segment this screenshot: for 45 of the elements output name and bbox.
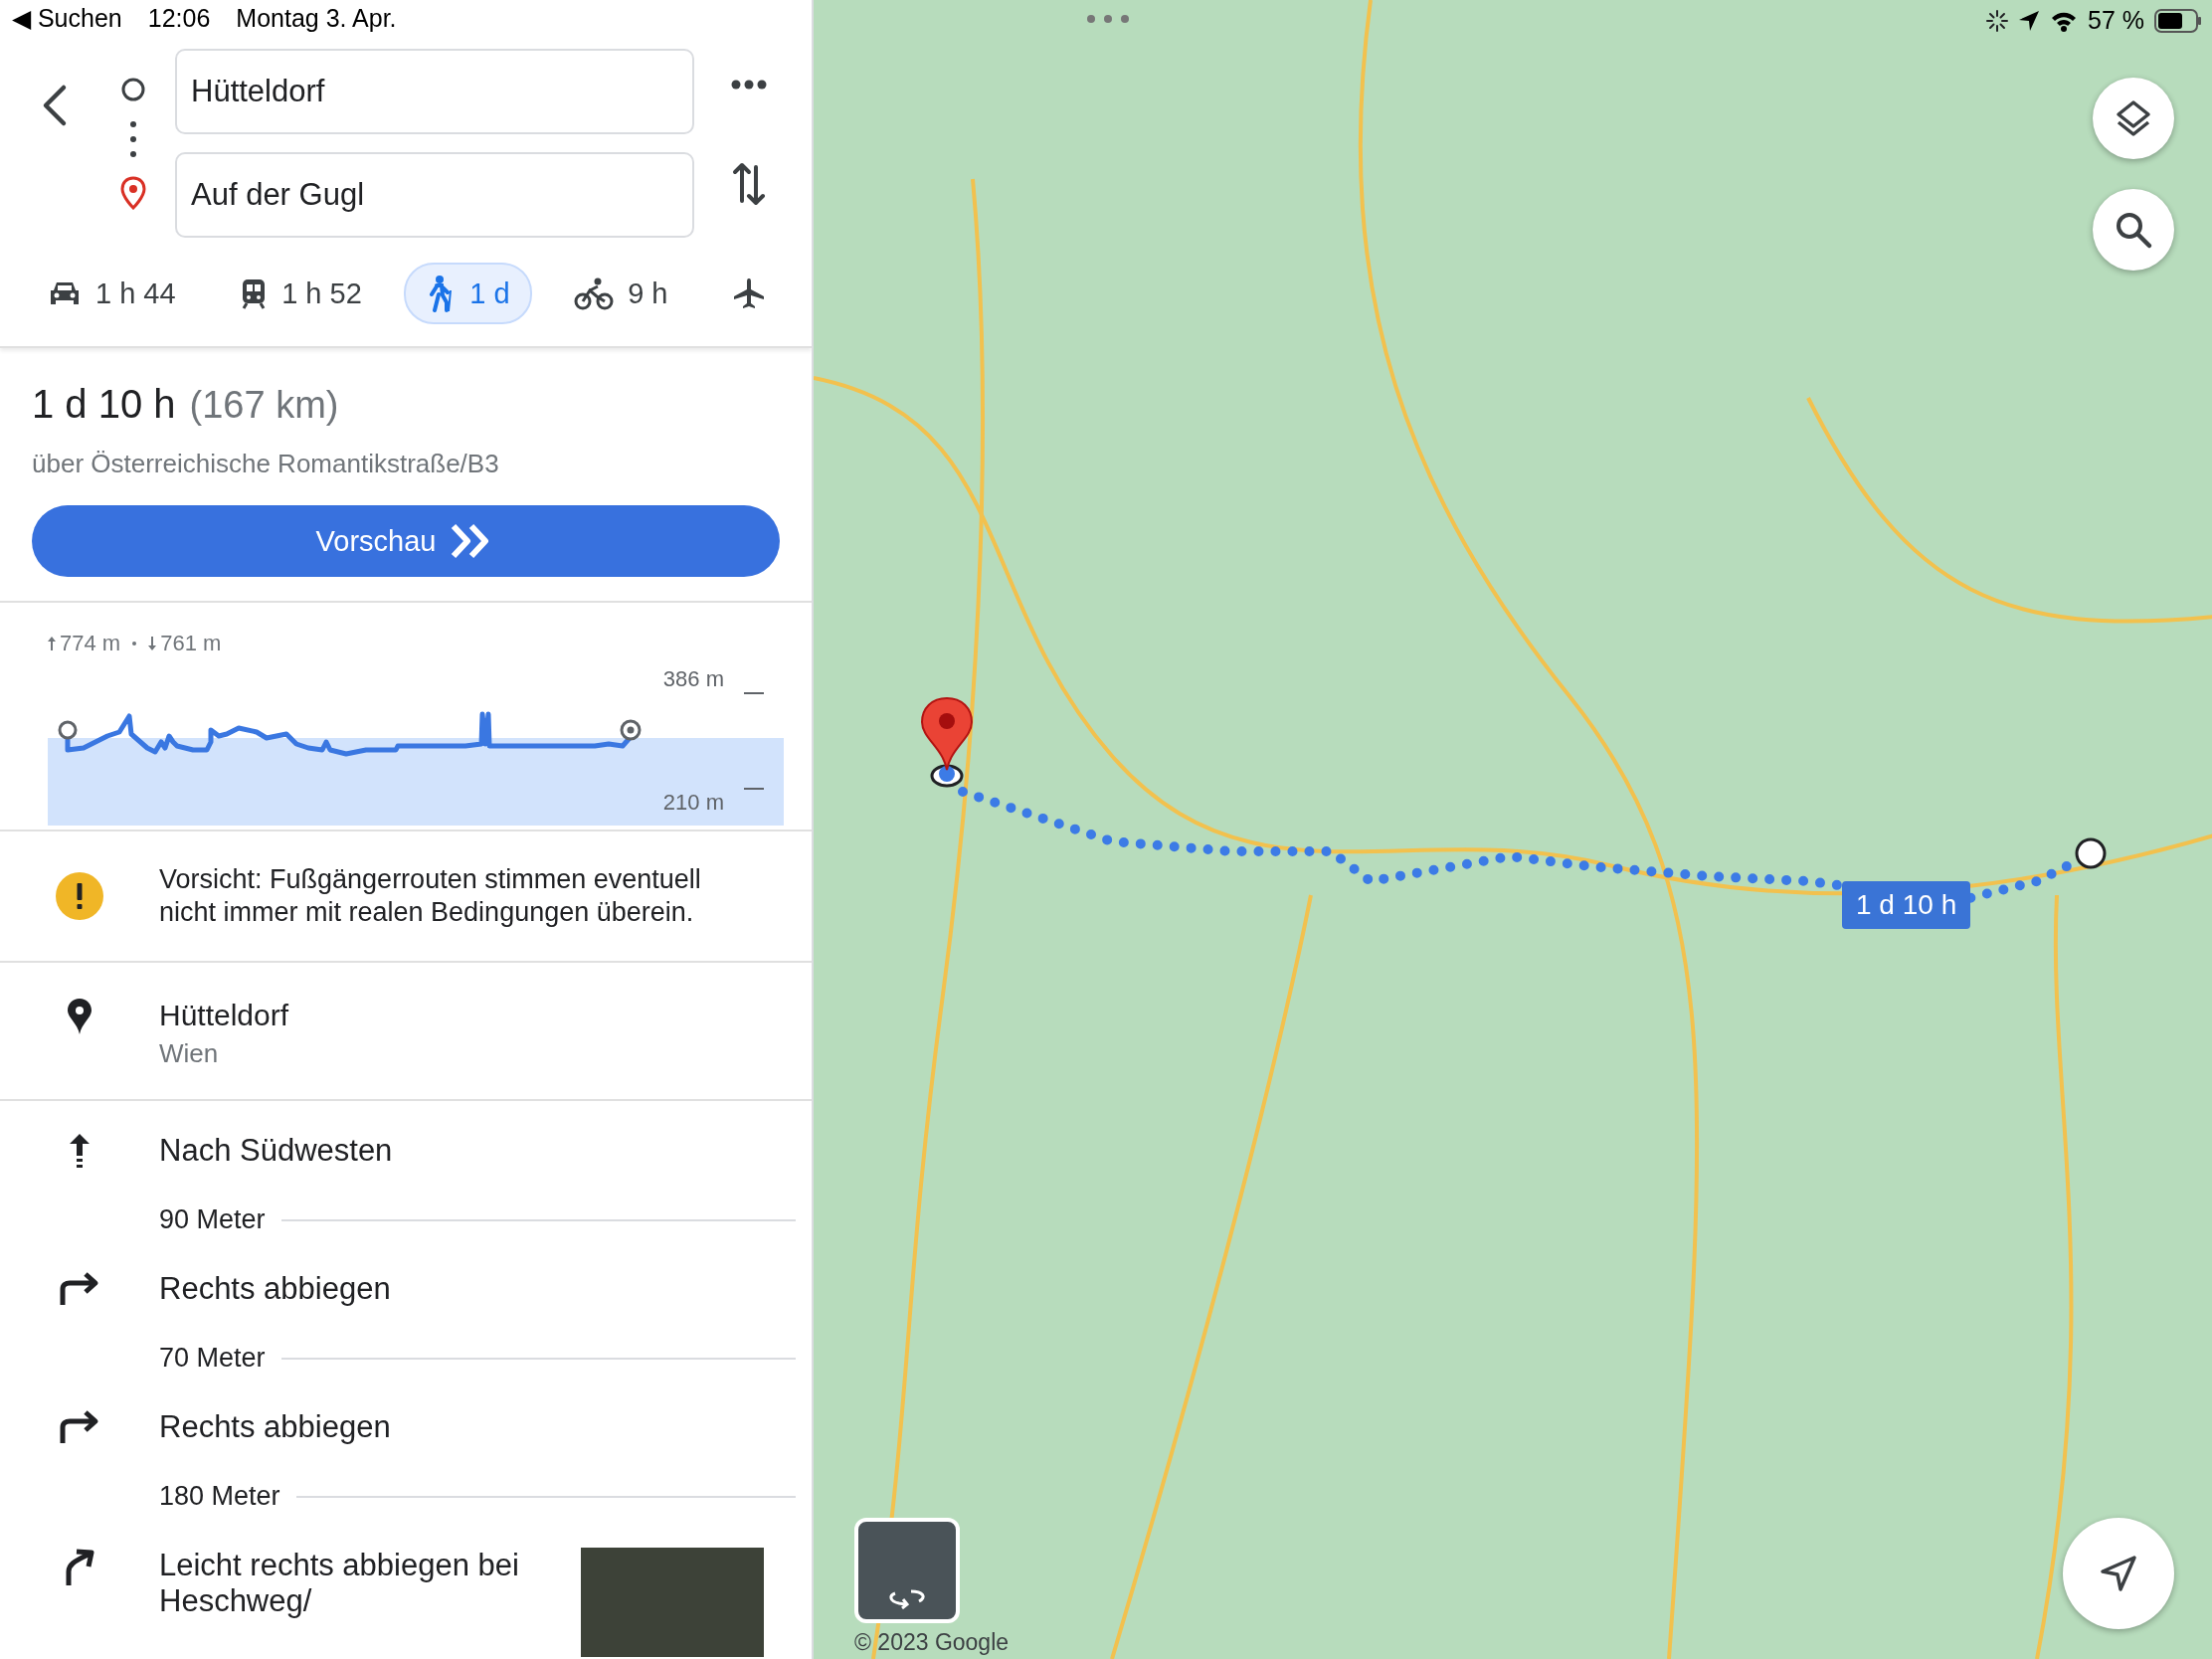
step-distance: 90 Meter (159, 1204, 266, 1235)
destination-field[interactable]: Auf der Gugl (175, 152, 694, 238)
loading-spinner-icon (1986, 9, 2008, 32)
step-instruction: Rechts abbiegen (159, 1271, 392, 1307)
cyclist-icon (574, 276, 615, 310)
map-copyright: © 2023 Google (854, 1629, 1010, 1656)
route-distance: (167 km) (189, 384, 339, 427)
destination-pin-icon (120, 176, 146, 210)
location-pin-icon (68, 999, 92, 1034)
preview-button[interactable]: Vorschau (32, 505, 780, 577)
battery-icon (2154, 8, 2202, 33)
route-duration-badge[interactable]: 1 d 10 h (1842, 881, 1971, 929)
elevation-max-label: 386 m (662, 666, 724, 692)
step-instruction: Nach Südwesten (159, 1133, 394, 1169)
step-instruction: Rechts abbiegen (159, 1409, 392, 1445)
route-via-text: über Österreichische Romantikstraße/B3 (32, 449, 500, 479)
warning-text: Vorsicht: Fußgängerrouten stimmen eventuell nicht immer mit realen Bedingungen überein. (159, 863, 702, 929)
ascent-arrow-icon (48, 637, 56, 650)
origin-field[interactable]: Hütteldorf (175, 49, 694, 134)
step-instruction: Leicht rechts abbiegen bei Heschweg/ (159, 1548, 520, 1619)
status-time: 12:06 (147, 4, 211, 34)
status-date: Montag 3. Apr. (236, 4, 397, 34)
location-arrow-icon (2018, 9, 2040, 32)
route-duration: 1 d 10 h (32, 382, 176, 427)
street-view-thumbnail[interactable] (854, 1518, 960, 1623)
elevation-min-label: 210 m (662, 790, 724, 816)
descent-arrow-icon (148, 637, 157, 650)
travel-mode-tab[interactable]: 1 h 44 (26, 265, 198, 322)
back-to-app-link[interactable]: ◀ Suchen (12, 4, 122, 38)
travel-mode-tab[interactable]: 9 h (552, 265, 690, 322)
start-place-region: Wien (159, 1038, 220, 1069)
multitasking-dots-icon[interactable] (1086, 14, 1130, 24)
descent-text: 761 m (160, 631, 222, 656)
step-distance: 70 Meter (159, 1343, 266, 1374)
origin-circle-icon (120, 77, 146, 102)
travel-mode-tab[interactable]: 1 d (404, 263, 532, 324)
straight-arrow-icon (68, 1132, 92, 1170)
battery-percentage: 57 % (2088, 6, 2144, 35)
step-distance: 180 Meter (159, 1481, 280, 1512)
travel-mode-tab[interactable]: 1 h 52 (218, 265, 384, 322)
start-place-name: Hütteldorf (159, 999, 289, 1032)
vertical-dots-icon (129, 120, 137, 158)
ascent-text: 774 m (60, 631, 121, 656)
airplane-icon (732, 276, 766, 310)
warning-icon (56, 872, 103, 920)
